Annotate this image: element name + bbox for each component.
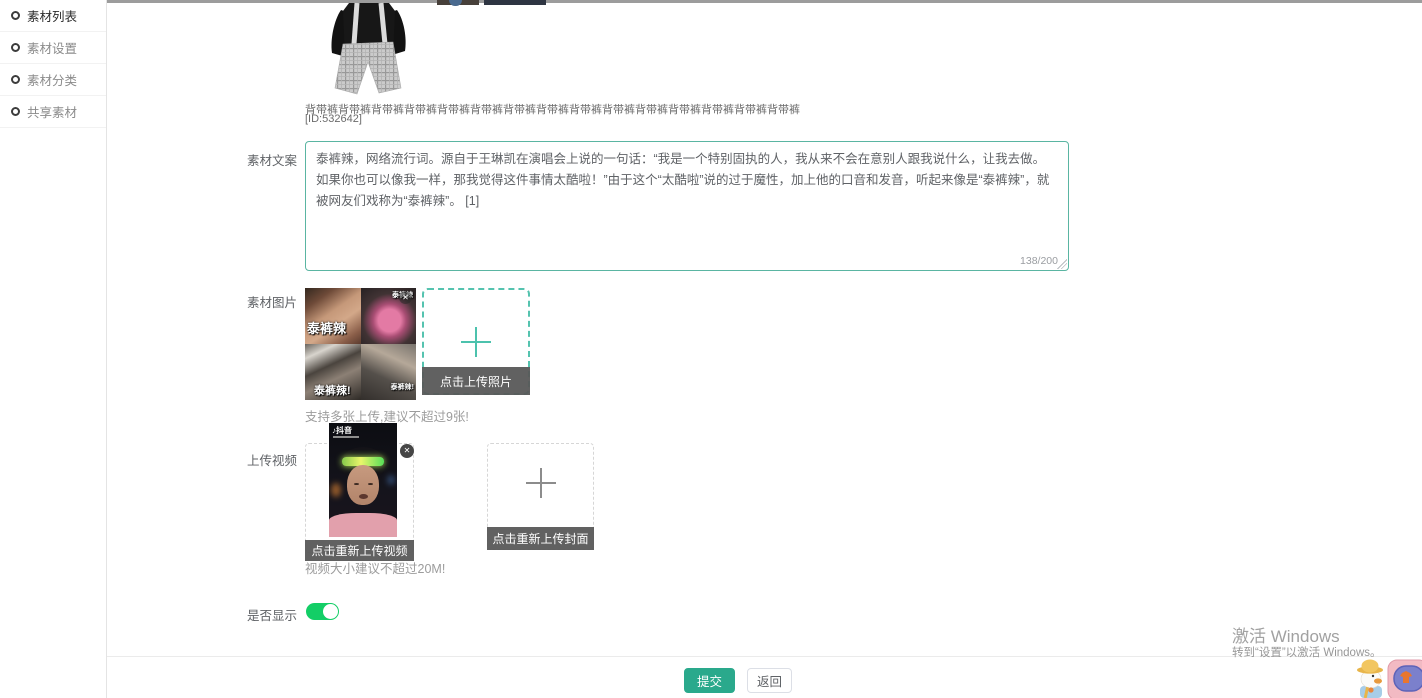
person-mouth <box>359 494 368 499</box>
reupload-video-button[interactable]: 点击重新上传视频 <box>305 540 414 561</box>
copy-field-label: 素材文案 <box>247 150 305 169</box>
radio-circle-icon <box>11 11 20 20</box>
person-eye <box>354 483 359 485</box>
video-field-label: 上传视频 <box>247 450 305 469</box>
upload-cover-box[interactable]: 点击重新上传封面 <box>487 443 594 550</box>
sidebar-item-label: 共享素材 <box>27 102 77 121</box>
remove-image-icon[interactable]: ✕ <box>399 291 412 304</box>
sidebar-item-material-settings[interactable]: 素材设置 <box>0 32 106 64</box>
footer-divider <box>107 656 1422 657</box>
overalls-outfit-image <box>305 0 432 100</box>
resize-handle[interactable] <box>1057 259 1067 269</box>
copy-textarea[interactable]: 泰裤辣，网络流行词。源自于王琳凯在演唱会上说的一句话：“我是一个特别固执的人，我… <box>305 141 1069 271</box>
back-button[interactable]: 返回 <box>747 668 792 693</box>
uploaded-image-thumbnail[interactable]: 泰裤辣 泰裤辣 泰裤辣! 泰裤辣! ✕ <box>305 288 416 400</box>
city-light <box>387 475 395 485</box>
sidebar-item-label: 素材设置 <box>27 38 77 57</box>
douyin-logo-subline <box>333 436 359 438</box>
sidebar-item-material-category[interactable]: 素材分类 <box>0 64 106 96</box>
radio-circle-icon <box>11 75 20 84</box>
sidebar-item-label: 素材分类 <box>27 70 77 89</box>
reupload-cover-button[interactable]: 点击重新上传封面 <box>487 527 594 550</box>
copy-textarea-value: 泰裤辣，网络流行词。源自于王琳凯在演唱会上说的一句话：“我是一个特别固执的人，我… <box>316 149 1054 212</box>
radio-circle-icon <box>11 107 20 116</box>
meme-text: 泰裤辣! <box>314 382 351 398</box>
cutoff-image-fragment <box>484 0 546 5</box>
material-edit-page: 素材列表 素材设置 素材分类 共享素材 <box>0 0 1422 698</box>
submit-button[interactable]: 提交 <box>684 668 735 693</box>
sidebar-item-material-list[interactable]: 素材列表 <box>0 0 106 32</box>
cutoff-image-fragment <box>449 0 462 6</box>
collage-cell: 泰裤辣 <box>305 288 361 344</box>
meme-text: 泰裤辣 <box>307 318 346 337</box>
sidebar-item-shared-material[interactable]: 共享素材 <box>0 96 106 128</box>
material-title: 背带裤背带裤背带裤背带裤背带裤背带裤背带裤背带裤背带裤背带裤背带裤背带裤背带裤背… <box>305 101 785 117</box>
toggle-knob <box>323 604 338 619</box>
display-toggle-switch[interactable] <box>306 603 339 620</box>
city-light <box>331 483 341 497</box>
sidebar: 素材列表 素材设置 素材分类 共享素材 <box>0 0 107 698</box>
person-eye <box>368 483 373 485</box>
meme-text: 泰裤辣! <box>391 382 414 392</box>
person-shirt <box>329 513 397 537</box>
upload-photo-box[interactable]: 点击上传照片 <box>422 288 530 395</box>
douyin-logo-icon: ♪抖音 <box>332 426 352 435</box>
collage-cell: 泰裤辣! <box>361 344 417 400</box>
video-thumbnail[interactable]: ♪抖音 <box>329 423 397 537</box>
collage-cell: 泰裤辣! <box>305 344 361 400</box>
char-counter: 138/200 <box>1020 255 1058 267</box>
mascot-widget[interactable] <box>1352 656 1422 698</box>
upload-photo-button[interactable]: 点击上传照片 <box>422 367 530 395</box>
person-face <box>347 465 379 505</box>
material-id: [ID:532642] <box>305 113 362 125</box>
radio-circle-icon <box>11 43 20 52</box>
images-field-label: 素材图片 <box>247 292 305 311</box>
display-field-label: 是否显示 <box>247 605 305 624</box>
duck-mascot-icon <box>1352 656 1422 698</box>
remove-video-icon[interactable]: ✕ <box>400 444 414 458</box>
material-preview-image <box>305 0 432 100</box>
sidebar-item-label: 素材列表 <box>27 6 77 25</box>
